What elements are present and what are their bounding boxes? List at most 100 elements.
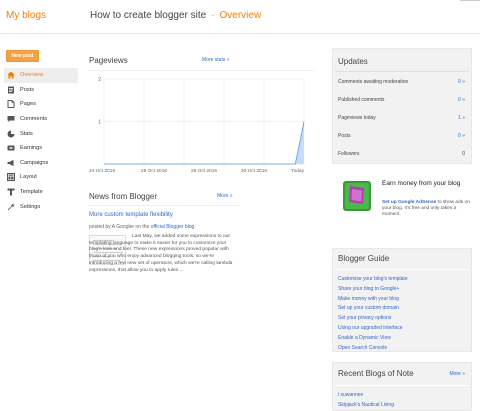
template-icon	[7, 188, 15, 196]
adsense-promo: Earn money from your blog Set up Google …	[338, 176, 472, 222]
promo-text: Set up Google AdSense to show ads on you…	[382, 200, 470, 218]
chart-x-tick-label: 28 Oct 2016	[141, 168, 167, 174]
guide-title: Blogger Guide	[338, 254, 390, 263]
update-label: Comments awaiting moderation	[338, 79, 409, 85]
sidebar-item-label: Earnings	[20, 145, 43, 152]
sidebar-item-pages[interactable]: Pages	[4, 97, 78, 112]
recent-blog-link[interactable]: Skipjack's Nautical Living	[338, 400, 394, 410]
home-icon	[7, 71, 15, 79]
my-blogs-link[interactable]: My blogs	[6, 10, 46, 21]
header-divider	[460, 0, 480, 1]
chart-series-line	[104, 121, 305, 165]
guide-links: Customise your blog's template Share you…	[338, 275, 408, 353]
update-value-link[interactable]: 1 »	[458, 115, 465, 121]
chart-x-tick-label: Today	[291, 168, 304, 174]
sidebar-item-template[interactable]: Template	[4, 185, 78, 200]
layout-icon	[7, 173, 15, 182]
blog-title-bar: How to create blogger site · Overview	[90, 10, 261, 21]
wrench-icon	[7, 203, 15, 211]
sidebar-item-campaigns[interactable]: Campaigns	[4, 156, 78, 171]
guide-link-customise-template[interactable]: Customise your blog's template	[338, 275, 408, 285]
sidebar-item-label: Overview	[20, 72, 44, 79]
guide-link-privacy-options[interactable]: Set your privacy options	[338, 314, 408, 324]
update-label: Posts	[338, 133, 351, 139]
sidebar-item-earnings[interactable]: Earnings	[4, 141, 78, 156]
pageviews-divider	[89, 70, 315, 71]
updates-title: Updates	[338, 57, 368, 66]
guide-link-make-money[interactable]: Make money with your blog	[338, 295, 408, 305]
sidebar-item-layout[interactable]: Layout	[4, 170, 78, 185]
sidebar-item-label: Comments	[20, 116, 48, 123]
update-row-pageviews-today: Pageviews today 1 »	[338, 115, 465, 121]
top-header: My blogs How to create blogger site · Over…	[0, 0, 480, 34]
sidebar-item-posts[interactable]: Posts	[4, 83, 78, 98]
news-post-title[interactable]: More custom template flexibility	[89, 212, 173, 218]
pages-icon	[7, 100, 15, 109]
more-stats-link[interactable]: More stats »	[202, 57, 230, 63]
chart-x-tick-label: 28 Oct 2016	[191, 168, 217, 174]
news-divider	[89, 205, 239, 206]
pageviews-chart-svg: 1 2 24 Oct 2016 28 Oct 2016 28 Oct 2016 30 Oc…	[89, 77, 305, 174]
update-label: Followers	[338, 151, 360, 157]
chart-x-tick-label: 24 Oct 2016	[89, 168, 115, 174]
sidebar-item-label: Campaigns	[20, 159, 49, 166]
adsense-icon	[342, 180, 372, 212]
recent-blogs-title: Recent Blogs of Note	[338, 369, 414, 378]
sidebar-item-overview[interactable]: Overview	[4, 68, 78, 83]
sidebar-item-label: Template	[20, 189, 43, 196]
guide-divider	[335, 269, 469, 270]
setup-adsense-link[interactable]: Set up Google AdSense	[382, 200, 436, 205]
updates-divider	[335, 71, 469, 72]
sidebar-item-settings[interactable]: Settings	[4, 199, 78, 214]
blogger-guide-panel: Blogger Guide Customise your blog's temp…	[332, 248, 472, 352]
sidebar-item-comments[interactable]: Comments	[4, 112, 78, 127]
sidebar-item-label: Pages	[20, 101, 36, 108]
guide-link-upgraded-interface[interactable]: Using our upgraded interface	[338, 324, 408, 334]
recent-blog-links: i suwannee Skipjack's Nautical Living	[338, 390, 394, 410]
chart-x-tick-label: 30 Oct 2016	[241, 168, 267, 174]
news-post-byline: posted by A Googler on the official Blog…	[89, 224, 194, 230]
pageviews-chart: 1 2 24 Oct 2016 28 Oct 2016 28 Oct 2016 30 Oc…	[88, 72, 316, 176]
promo-title: Earn money from your blog	[382, 180, 461, 187]
guide-link-share-google-plus[interactable]: Share your blog to Google+	[338, 285, 408, 295]
update-value-link[interactable]: 0 »	[458, 79, 465, 85]
chart-area-fill	[104, 121, 304, 164]
byline-prefix: posted by A Googler on the	[89, 224, 150, 230]
update-label: Pageviews today	[338, 115, 376, 121]
update-row-followers: Followers 0	[338, 151, 465, 157]
guide-link-custom-domain[interactable]: Set up your custom domain	[338, 304, 408, 314]
section-title: Overview	[219, 10, 262, 21]
comments-icon	[7, 115, 15, 123]
chart-y-tick-label: 2	[98, 77, 101, 83]
news-more-link[interactable]: More »	[217, 193, 233, 199]
official-blog-link[interactable]: official Blogger blog	[151, 224, 195, 230]
pageviews-title: Pageviews	[89, 56, 128, 65]
recent-blog-link[interactable]: i suwannee	[338, 390, 394, 400]
sidebar-item-label: Posts	[20, 86, 34, 93]
update-value: 0	[462, 151, 465, 157]
update-row-published-comments: Published comments 0 »	[338, 97, 465, 103]
news-post-excerpt: Last May, we added some expressions to o…	[89, 234, 233, 273]
stats-pie-icon	[7, 130, 15, 138]
update-row-comments-awaiting: Comments awaiting moderation 0 »	[338, 79, 465, 85]
sidebar-item-stats[interactable]: Stats	[4, 126, 78, 141]
earnings-icon	[7, 144, 15, 152]
blog-title[interactable]: How to create blogger site	[90, 10, 206, 21]
news-title: News from Blogger	[89, 192, 158, 201]
update-value-link[interactable]: 0 »	[458, 133, 465, 139]
recent-divider	[335, 385, 469, 386]
campaigns-icon	[7, 159, 15, 167]
chart-y-tick-label: 1	[98, 119, 101, 125]
sidebar-item-label: Settings	[20, 203, 41, 210]
recent-blogs-more-link[interactable]: More »	[449, 371, 465, 377]
update-row-posts: Posts 0 »	[338, 133, 465, 139]
new-post-button[interactable]: New post	[6, 50, 39, 62]
sidebar-nav: Overview Posts Pages Comments Stats Earn…	[4, 68, 78, 214]
sidebar-item-label: Stats	[20, 130, 33, 137]
update-label: Published comments	[338, 97, 385, 103]
posts-icon	[7, 86, 15, 94]
update-value-link[interactable]: 0 »	[458, 97, 465, 103]
title-separator: ·	[211, 10, 215, 21]
guide-link-dynamic-view[interactable]: Enable a Dynamic View	[338, 334, 408, 344]
guide-link-search-console[interactable]: Open Search Console	[338, 344, 408, 354]
